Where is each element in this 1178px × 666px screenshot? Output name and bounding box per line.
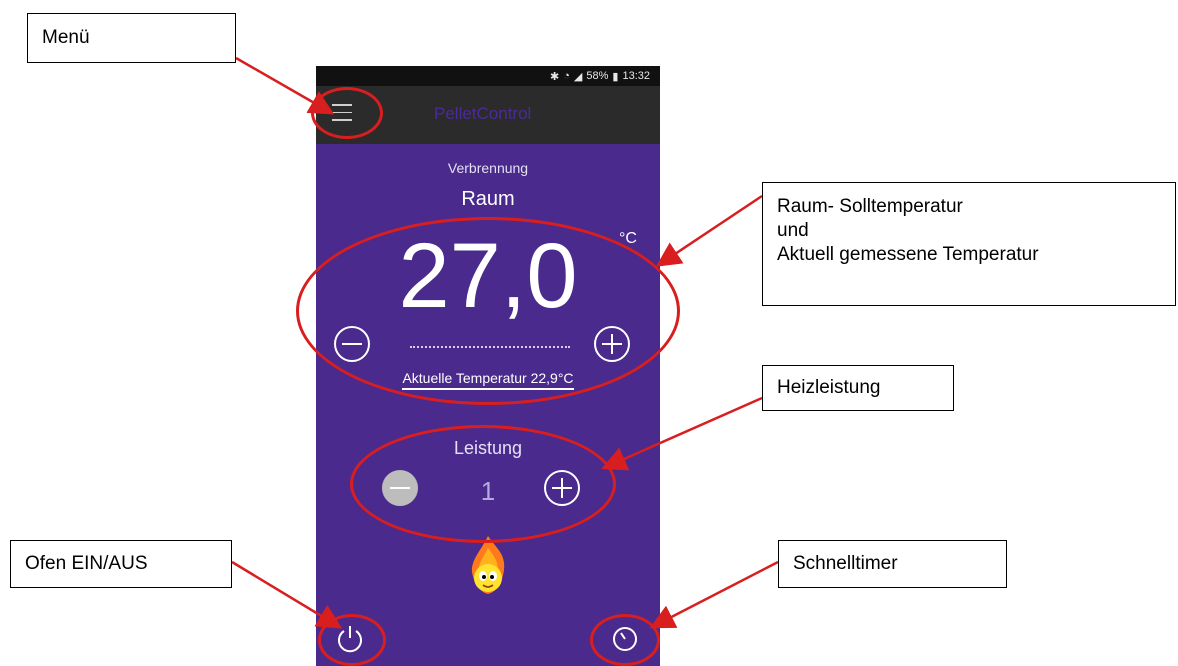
menu-arrow — [235, 56, 335, 115]
heating-power-arrow — [601, 396, 763, 471]
temperature-callout-line-2: und — [777, 220, 809, 241]
heating-power-callout: Heizleistung — [762, 365, 954, 411]
oven-on-off-callout: Ofen EIN/AUS — [10, 540, 232, 588]
oven-arrow — [231, 560, 343, 629]
menu-callout: Menü — [27, 13, 236, 63]
temperature-arrow — [655, 194, 763, 267]
temperature-callout: Raum- Solltemperatur und Aktuell gemesse… — [762, 182, 1176, 306]
temperature-callout-line-1: Raum- Solltemperatur — [777, 196, 963, 217]
timer-arrow — [649, 560, 779, 629]
temperature-callout-line-3: Aktuell gemessene Temperatur — [777, 244, 1039, 265]
quick-timer-callout: Schnelltimer — [778, 540, 1007, 588]
